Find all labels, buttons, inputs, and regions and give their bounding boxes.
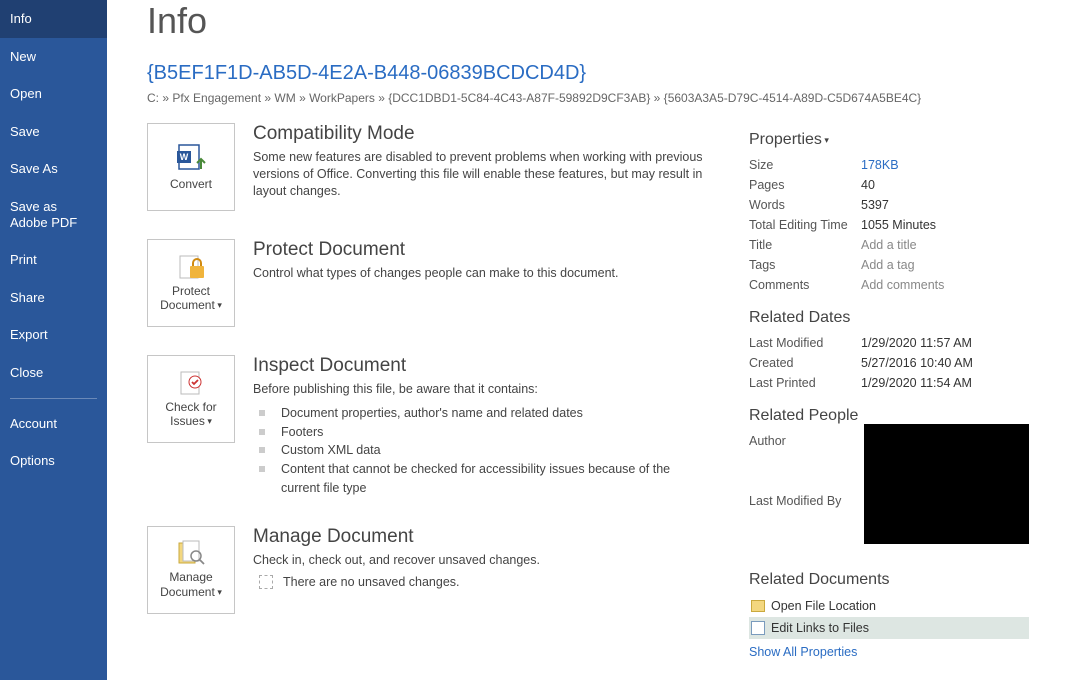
inspect-issue-item: Document properties, author's name and r…	[253, 404, 709, 423]
prop-edit-time-value: 1055 Minutes	[861, 218, 1029, 232]
prop-title-label: Title	[749, 238, 861, 252]
prop-size-label: Size	[749, 158, 861, 172]
prop-tags-value[interactable]: Add a tag	[861, 258, 1029, 272]
nav-close[interactable]: Close	[0, 354, 107, 392]
nav-save-as-adobe-pdf[interactable]: Save as Adobe PDF	[0, 188, 107, 241]
manage-desc: Check in, check out, and recover unsaved…	[253, 552, 540, 569]
nav-separator	[10, 398, 97, 399]
inspect-issue-item: Content that cannot be checked for acces…	[253, 460, 709, 498]
unsaved-doc-icon	[259, 575, 273, 589]
nav-save[interactable]: Save	[0, 113, 107, 151]
lock-icon	[176, 254, 206, 280]
inspect-issue-item: Footers	[253, 423, 709, 442]
chevron-down-icon: ▾	[822, 135, 829, 145]
show-all-properties-link[interactable]: Show All Properties	[749, 645, 1029, 659]
convert-button-label: Convert	[170, 177, 212, 191]
protect-button-label: Protect Document	[160, 284, 215, 312]
related-dates-heading: Related Dates	[749, 309, 1029, 327]
convert-button[interactable]: W Convert	[147, 123, 235, 211]
last-modified-by-label: Last Modified By	[749, 494, 861, 508]
chevron-down-icon: ▾	[215, 300, 222, 310]
manage-block: Manage Document ▾ Manage Document Check …	[147, 526, 709, 614]
inspect-desc: Before publishing this file, be aware th…	[253, 381, 709, 398]
unsaved-changes-text: There are no unsaved changes.	[283, 575, 460, 589]
chevron-down-icon: ▾	[205, 416, 212, 426]
prop-tags-label: Tags	[749, 258, 861, 272]
protect-desc: Control what types of changes people can…	[253, 265, 619, 282]
document-name: {B5EF1F1D-AB5D-4E2A-B448-06839BCDCD4D}	[147, 62, 1029, 85]
compatibility-block: W Convert Compatibility Mode Some new fe…	[147, 123, 709, 211]
compatibility-heading: Compatibility Mode	[253, 123, 709, 145]
prop-size-value[interactable]: 178KB	[861, 158, 1029, 172]
manage-heading: Manage Document	[253, 526, 540, 548]
nav-new[interactable]: New	[0, 38, 107, 76]
prop-pages-value: 40	[861, 178, 1029, 192]
protect-document-button[interactable]: Protect Document ▾	[147, 239, 235, 327]
properties-panel: Properties ▾ Size178KB Pages40 Words5397…	[749, 123, 1029, 660]
edit-links-label: Edit Links to Files	[771, 621, 869, 635]
word-convert-icon: W	[175, 143, 207, 173]
info-left-column: W Convert Compatibility Mode Some new fe…	[147, 123, 749, 660]
prop-comments-label: Comments	[749, 278, 861, 292]
date-printed-value: 1/29/2020 11:54 AM	[861, 376, 1029, 390]
open-file-location-label: Open File Location	[771, 599, 876, 613]
backstage-sidebar: Info New Open Save Save As Save as Adobe…	[0, 0, 107, 680]
compatibility-desc: Some new features are disabled to preven…	[253, 149, 709, 200]
inspect-block: Check for Issues ▾ Inspect Document Befo…	[147, 355, 709, 498]
author-label: Author	[749, 434, 861, 448]
properties-heading[interactable]: Properties ▾	[749, 131, 1029, 149]
check-for-issues-button[interactable]: Check for Issues ▾	[147, 355, 235, 443]
chevron-down-icon: ▾	[215, 587, 222, 597]
nav-open[interactable]: Open	[0, 75, 107, 113]
manage-document-button[interactable]: Manage Document ▾	[147, 526, 235, 614]
date-printed-label: Last Printed	[749, 376, 861, 390]
date-created-label: Created	[749, 356, 861, 370]
edit-links-to-files-link[interactable]: Edit Links to Files	[749, 617, 1029, 639]
svg-text:W: W	[180, 152, 189, 162]
main-content: Info {B5EF1F1D-AB5D-4E2A-B448-06839BCDCD…	[107, 0, 1069, 680]
protect-heading: Protect Document	[253, 239, 619, 261]
nav-print[interactable]: Print	[0, 241, 107, 279]
protect-block: Protect Document ▾ Protect Document Cont…	[147, 239, 709, 327]
manage-document-icon	[176, 540, 206, 566]
page-title: Info	[147, 0, 1029, 42]
date-created-value: 5/27/2016 10:40 AM	[861, 356, 1029, 370]
nav-options[interactable]: Options	[0, 442, 107, 480]
prop-words-label: Words	[749, 198, 861, 212]
prop-title-value[interactable]: Add a title	[861, 238, 1029, 252]
nav-account[interactable]: Account	[0, 405, 107, 443]
edit-links-icon	[751, 621, 765, 635]
nav-save-as[interactable]: Save As	[0, 150, 107, 188]
nav-info[interactable]: Info	[0, 0, 107, 38]
prop-words-value: 5397	[861, 198, 1029, 212]
inspect-heading: Inspect Document	[253, 355, 709, 377]
related-people-heading: Related People	[749, 407, 1029, 425]
prop-comments-value[interactable]: Add comments	[861, 278, 1029, 292]
unsaved-changes-row: There are no unsaved changes.	[253, 575, 540, 589]
folder-icon	[751, 600, 765, 612]
nav-export[interactable]: Export	[0, 316, 107, 354]
check-issues-icon	[177, 370, 205, 396]
inspect-issue-item: Custom XML data	[253, 441, 709, 460]
date-modified-value: 1/29/2020 11:57 AM	[861, 336, 1029, 350]
prop-edit-time-label: Total Editing Time	[749, 218, 861, 232]
manage-button-label: Manage Document	[160, 570, 215, 598]
date-modified-label: Last Modified	[749, 336, 861, 350]
prop-pages-label: Pages	[749, 178, 861, 192]
document-path: C: » Pfx Engagement » WM » WorkPapers » …	[147, 91, 1029, 105]
author-value-redacted	[864, 424, 1029, 544]
open-file-location-link[interactable]: Open File Location	[749, 595, 1029, 617]
nav-share[interactable]: Share	[0, 279, 107, 317]
inspect-issues-list: Document properties, author's name and r…	[253, 404, 709, 498]
related-documents-heading: Related Documents	[749, 571, 1029, 589]
